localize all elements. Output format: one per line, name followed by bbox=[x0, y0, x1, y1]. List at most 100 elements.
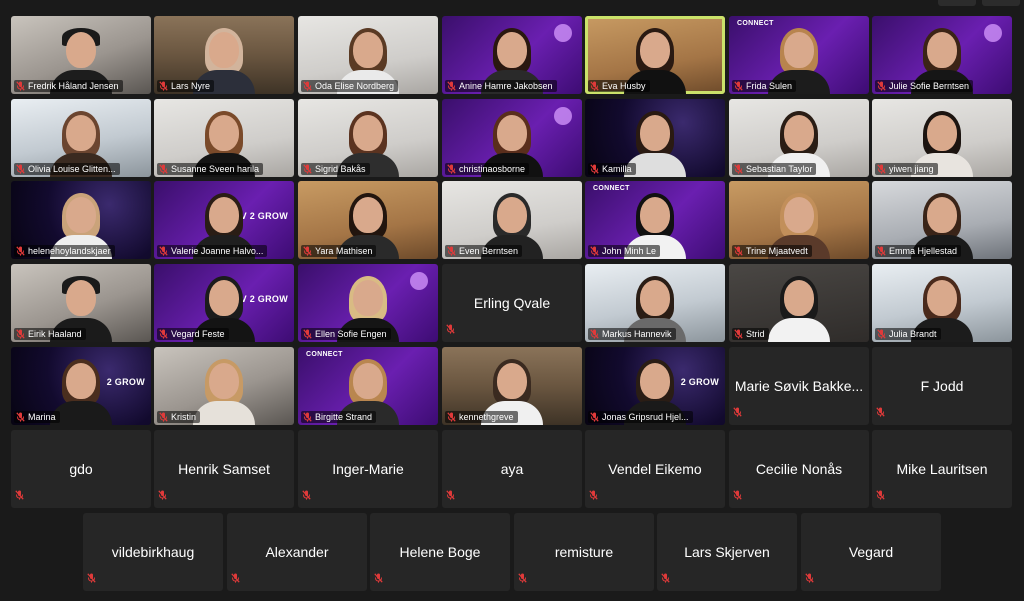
participant-tile[interactable]: Julie Sofie Berntsen bbox=[872, 16, 1012, 94]
participant-tile[interactable]: Julia Brandt bbox=[872, 264, 1012, 342]
participant-name: Strid bbox=[746, 329, 765, 339]
mic-muted-icon bbox=[877, 329, 886, 339]
window-controls bbox=[938, 0, 1020, 6]
participant-name-bar: Olivia Louise Glitten... bbox=[14, 163, 120, 175]
participant-video bbox=[768, 276, 830, 342]
mic-muted-icon bbox=[877, 81, 886, 91]
participant-tile[interactable]: christinaosborne bbox=[442, 99, 582, 177]
participant-tile[interactable]: Henrik Samset bbox=[154, 430, 294, 508]
participant-tile[interactable]: Sebastian Taylor bbox=[729, 99, 869, 177]
participant-tile[interactable]: Even Berntsen bbox=[442, 181, 582, 259]
participant-tile[interactable]: Erling Qvale bbox=[442, 264, 582, 342]
participant-tile[interactable]: Inger-Marie bbox=[298, 430, 438, 508]
mic-status bbox=[733, 404, 742, 422]
participant-tile[interactable]: 2 GROW Marina bbox=[11, 347, 151, 425]
view-toggle-button[interactable] bbox=[938, 0, 976, 6]
participant-name: Julia Brandt bbox=[889, 329, 937, 339]
mic-status bbox=[589, 487, 598, 505]
participant-tile[interactable]: Vendel Eikemo bbox=[585, 430, 725, 508]
participant-tile[interactable]: Emma Hjellestad bbox=[872, 181, 1012, 259]
participant-tile[interactable]: CONNECT Frida Sulen bbox=[729, 16, 869, 94]
mic-muted-icon bbox=[734, 246, 743, 256]
mic-muted-icon bbox=[159, 246, 168, 256]
participant-tile[interactable]: Oda Elise Nordberg bbox=[298, 16, 438, 94]
mic-muted-icon bbox=[15, 490, 24, 500]
participant-tile[interactable]: Fredrik Håland Jensen bbox=[11, 16, 151, 94]
participant-tile[interactable]: Eva Husby bbox=[585, 16, 725, 94]
participant-tile[interactable]: vildebirkhaug bbox=[83, 513, 223, 591]
mic-status bbox=[876, 487, 885, 505]
participant-tile[interactable]: Alexander bbox=[227, 513, 367, 591]
participant-name: Emma Hjellestad bbox=[889, 246, 958, 256]
participant-name: remisture bbox=[554, 544, 614, 560]
participant-tile[interactable]: V 2 GROW Valerie Joanne Halvo... bbox=[154, 181, 294, 259]
mic-muted-icon bbox=[590, 164, 599, 174]
participant-name: Frida Sulen bbox=[746, 81, 793, 91]
participant-name-bar: yiwen jiang bbox=[875, 163, 938, 175]
participant-tile[interactable]: Helene Boge bbox=[370, 513, 510, 591]
participant-tile[interactable]: Strid bbox=[729, 264, 869, 342]
mic-muted-icon bbox=[159, 412, 168, 422]
participant-tile[interactable]: gdo bbox=[11, 430, 151, 508]
participant-tile[interactable]: Olivia Louise Glitten... bbox=[11, 99, 151, 177]
participant-name: helenehoylandskjaer bbox=[28, 246, 111, 256]
participant-tile[interactable]: Kristin bbox=[154, 347, 294, 425]
participant-name-bar: Valerie Joanne Halvo... bbox=[157, 245, 268, 257]
participant-tile[interactable]: Eirik Haaland bbox=[11, 264, 151, 342]
participant-name: Birgitte Strand bbox=[315, 412, 373, 422]
participant-tile[interactable]: Sigrid Bakås bbox=[298, 99, 438, 177]
mic-muted-icon bbox=[158, 490, 167, 500]
options-button[interactable] bbox=[982, 0, 1020, 6]
mic-muted-icon bbox=[16, 329, 25, 339]
participant-name-bar: helenehoylandskjaer bbox=[14, 245, 115, 257]
participant-tile[interactable]: V 2 GROW Vegard Feste bbox=[154, 264, 294, 342]
participant-tile[interactable]: Susanne Sveen harila bbox=[154, 99, 294, 177]
participant-tile[interactable]: F Jodd bbox=[872, 347, 1012, 425]
participant-name: kennethgreve bbox=[459, 412, 514, 422]
mic-muted-icon bbox=[805, 573, 814, 583]
participant-tile[interactable]: remisture bbox=[514, 513, 654, 591]
mic-muted-icon bbox=[447, 412, 456, 422]
participant-tile[interactable]: helenehoylandskjaer bbox=[11, 181, 151, 259]
mic-status bbox=[374, 570, 383, 588]
participant-tile[interactable]: Kamilla bbox=[585, 99, 725, 177]
participant-tile[interactable]: Yara Mathisen bbox=[298, 181, 438, 259]
participant-name-bar: Oda Elise Nordberg bbox=[301, 80, 399, 92]
participant-tile[interactable]: Lars Skjerven bbox=[657, 513, 797, 591]
mic-muted-icon bbox=[590, 246, 599, 256]
participant-name-bar: Trine Mjaatvedt bbox=[732, 245, 812, 257]
participant-tile[interactable]: CONNECT John Minh Le bbox=[585, 181, 725, 259]
participant-tile[interactable]: Marie Søvik Bakke... bbox=[729, 347, 869, 425]
mic-muted-icon bbox=[518, 573, 527, 583]
participant-name: Markus Hannevik bbox=[602, 329, 672, 339]
participant-tile[interactable]: Ellen Sofie Engen bbox=[298, 264, 438, 342]
participant-tile[interactable]: kennethgreve bbox=[442, 347, 582, 425]
participant-tile[interactable]: Markus Hannevik bbox=[585, 264, 725, 342]
participant-gallery: Fredrik Håland Jensen Lars Nyre Oda Elise … bbox=[0, 0, 1024, 601]
participant-tile[interactable]: aya bbox=[442, 430, 582, 508]
participant-tile[interactable]: Cecilie Nonås bbox=[729, 430, 869, 508]
participant-tile[interactable]: yiwen jiang bbox=[872, 99, 1012, 177]
participant-tile[interactable]: Mike Lauritsen bbox=[872, 430, 1012, 508]
participant-name-bar: Vegard Feste bbox=[157, 328, 229, 340]
participant-name: Ellen Sofie Engen bbox=[315, 329, 387, 339]
participant-tile[interactable]: 2 GROW Jonas Gripsrud Hjel... bbox=[585, 347, 725, 425]
mic-muted-icon bbox=[159, 81, 168, 91]
mic-muted-icon bbox=[16, 81, 25, 91]
participant-name-bar: Birgitte Strand bbox=[301, 411, 377, 423]
virtual-background-logo: CONNECT bbox=[306, 351, 343, 358]
participant-tile[interactable]: Vegard bbox=[801, 513, 941, 591]
mic-muted-icon bbox=[303, 164, 312, 174]
participant-tile[interactable]: Lars Nyre bbox=[154, 16, 294, 94]
mic-muted-icon bbox=[447, 81, 456, 91]
participant-tile[interactable]: Trine Mjaatvedt bbox=[729, 181, 869, 259]
participant-name: aya bbox=[500, 461, 524, 477]
participant-name: Kamilla bbox=[602, 164, 632, 174]
participant-name: gdo bbox=[69, 461, 93, 477]
participant-name: Mike Lauritsen bbox=[896, 461, 988, 477]
mascot-icon bbox=[984, 24, 1002, 42]
participant-tile[interactable]: CONNECT Birgitte Strand bbox=[298, 347, 438, 425]
participant-name: John Minh Le bbox=[602, 246, 657, 256]
participant-name: Vegard Feste bbox=[171, 329, 225, 339]
participant-tile[interactable]: Anine Hamre Jakobsen bbox=[442, 16, 582, 94]
